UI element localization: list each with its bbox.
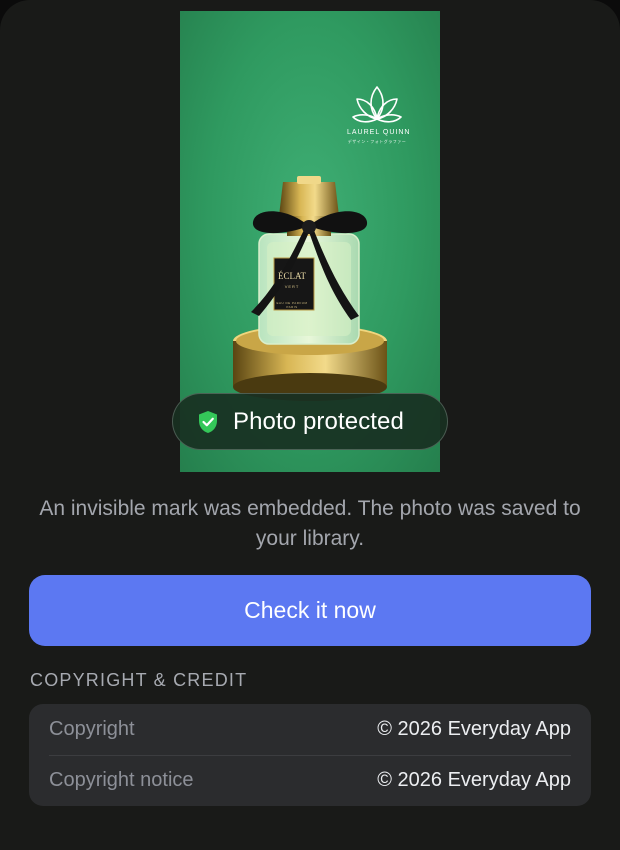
check-it-now-button[interactable]: Check it now — [29, 575, 591, 646]
brand-subtitle: デザイン・フォトグラファー — [347, 139, 407, 144]
brand-logo: LAUREL QUINN デザイン・フォトグラファー — [347, 83, 411, 153]
photo-protected-badge: Photo protected — [172, 393, 448, 450]
copyright-list: Copyright © 2026 Everyday App Copyright … — [29, 704, 591, 806]
lotus-icon — [352, 86, 402, 123]
row-value: © 2026 Everyday App — [377, 718, 571, 740]
bottle-label-name: ÉCLAT — [278, 271, 306, 281]
result-description: An invisible mark was embedded. The phot… — [39, 497, 581, 550]
result-sheet: LAUREL QUINN デザイン・フォトグラファー ÉCLAT VERT EA… — [0, 0, 620, 850]
row-label: Copyright notice — [49, 769, 194, 791]
shield-check-icon — [197, 410, 219, 434]
row-label: Copyright — [49, 718, 135, 740]
perfume-bottle-illustration — [233, 176, 387, 401]
brand-name: LAUREL QUINN — [347, 129, 411, 136]
badge-text: Photo protected — [233, 407, 404, 435]
copyright-section-header: COPYRIGHT & CREDIT — [30, 670, 248, 690]
bottle-label-type: EAU DE PARFUM PARIS — [276, 301, 308, 309]
bottle-label-subtitle: VERT — [284, 284, 300, 289]
row-value: © 2026 Everyday App — [377, 769, 571, 791]
list-item-copyright[interactable]: Copyright © 2026 Everyday App — [29, 704, 591, 755]
list-item-copyright-notice[interactable]: Copyright notice © 2026 Everyday App — [29, 755, 591, 806]
